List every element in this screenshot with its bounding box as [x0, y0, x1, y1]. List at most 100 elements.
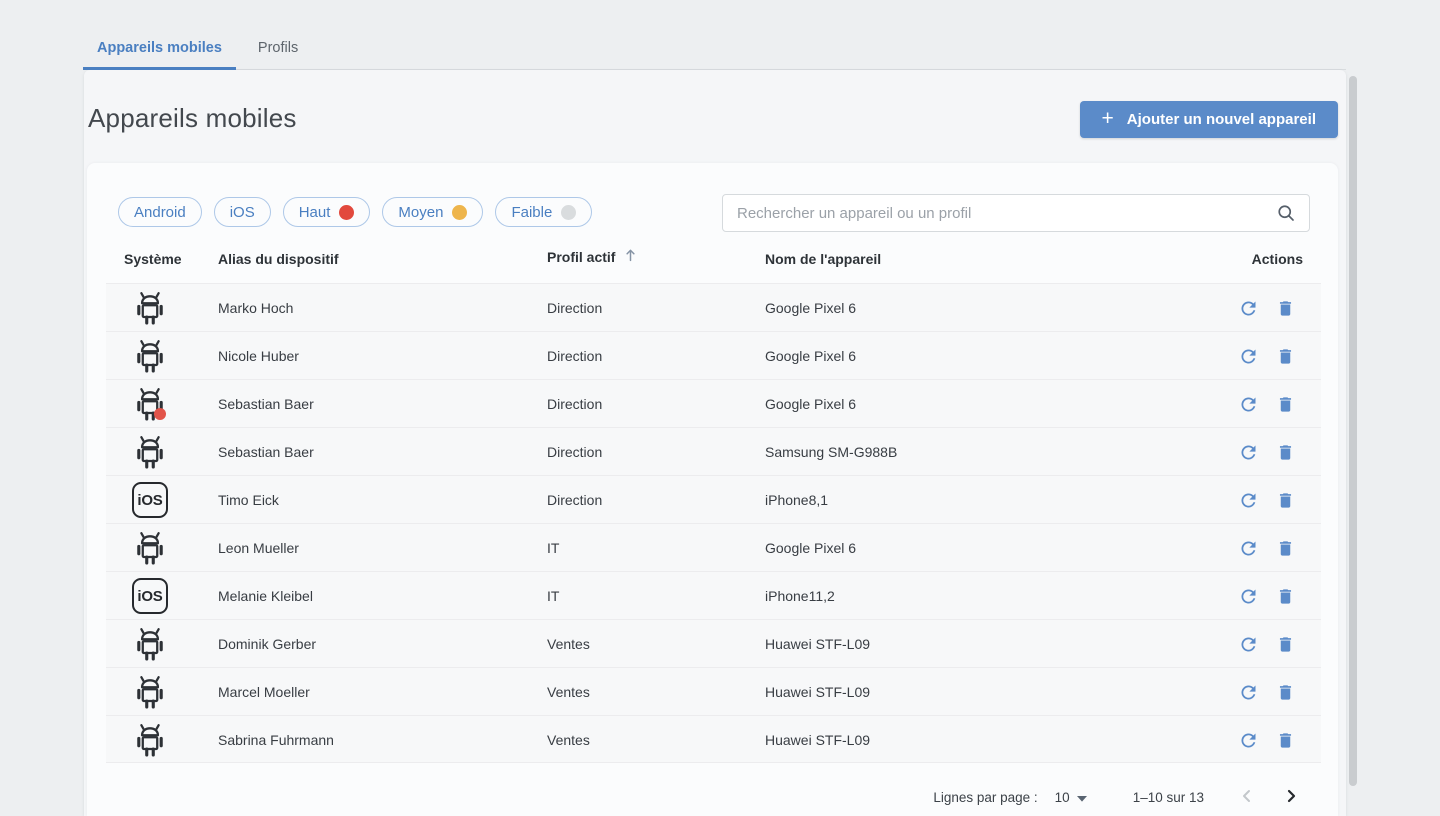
device-name: Google Pixel 6 [765, 332, 856, 380]
android-icon [133, 338, 167, 375]
next-page-button[interactable] [1284, 789, 1298, 806]
add-device-button[interactable]: + Ajouter un nouvel appareil [1080, 101, 1338, 138]
device-name: Google Pixel 6 [765, 524, 856, 572]
delete-device-button[interactable] [1276, 538, 1295, 559]
android-icon [133, 674, 167, 711]
filter-chip-haut[interactable]: Haut [283, 197, 371, 227]
column-header-profil-actif[interactable]: Profil actif [547, 247, 638, 266]
sync-device-button[interactable] [1238, 682, 1259, 703]
device-name: iPhone11,2 [765, 572, 835, 620]
filter-chip-faible[interactable]: Faible [495, 197, 592, 227]
priority-dot-icon [339, 205, 354, 220]
sync-device-button[interactable] [1238, 346, 1259, 367]
sync-device-button[interactable] [1238, 634, 1259, 655]
device-name: Huawei STF-L09 [765, 620, 870, 668]
delete-device-button[interactable] [1276, 346, 1295, 367]
actions-cell [1238, 620, 1295, 668]
sync-device-button[interactable] [1238, 490, 1259, 511]
sync-device-button[interactable] [1238, 730, 1259, 751]
device-name: iPhone8,1 [765, 476, 828, 524]
caret-down-icon [1077, 790, 1087, 805]
active-profile: Direction [547, 428, 602, 476]
filter-chip-android[interactable]: Android [118, 197, 202, 227]
actions-cell [1238, 668, 1295, 716]
active-profile: IT [547, 572, 559, 620]
pagination-range: 1–10 sur 13 [1133, 790, 1204, 805]
filter-chip-label: iOS [230, 204, 255, 221]
active-profile: IT [547, 524, 559, 572]
delete-device-button[interactable] [1276, 682, 1295, 703]
search-input[interactable] [723, 205, 1276, 222]
system-cell: iOS [128, 620, 172, 668]
actions-cell [1238, 380, 1295, 428]
filter-chip-ios[interactable]: iOS [214, 197, 271, 227]
rows-per-page-select[interactable]: 10 [1055, 790, 1087, 805]
delete-device-button[interactable] [1276, 730, 1295, 751]
device-name: Google Pixel 6 [765, 284, 856, 332]
filter-chip-label: Moyen [398, 204, 443, 221]
chevron-left-icon [1240, 789, 1254, 806]
table-row: iOS Sebastian Baer Direction Samsung SM-… [106, 427, 1321, 475]
actions-cell [1238, 428, 1295, 476]
ios-icon: iOS [132, 482, 168, 518]
actions-cell [1238, 716, 1295, 764]
table-row: iOS Marcel Moeller Ventes Huawei STF-L09 [106, 667, 1321, 715]
table-row: iOS Sebastian Baer Direction Google Pixe… [106, 379, 1321, 427]
rows-per-page-label: Lignes par page : [933, 790, 1037, 805]
system-cell: iOS [128, 716, 172, 764]
actions-cell [1238, 284, 1295, 332]
android-icon [133, 722, 167, 759]
device-alias: Marcel Moeller [218, 668, 310, 716]
system-cell: iOS [128, 572, 172, 620]
delete-device-button[interactable] [1276, 586, 1295, 607]
delete-device-button[interactable] [1276, 394, 1295, 415]
sort-asc-icon [623, 247, 638, 266]
sync-device-button[interactable] [1238, 298, 1259, 319]
ios-icon: iOS [132, 578, 168, 614]
device-alias: Sebastian Baer [218, 380, 314, 428]
active-profile: Direction [547, 284, 602, 332]
delete-device-button[interactable] [1276, 442, 1295, 463]
scrollbar[interactable] [1349, 76, 1357, 786]
android-icon [133, 290, 167, 327]
sync-device-button[interactable] [1238, 394, 1259, 415]
priority-dot-icon [561, 205, 576, 220]
device-alias: Dominik Gerber [218, 620, 316, 668]
sync-device-button[interactable] [1238, 586, 1259, 607]
previous-page-button[interactable] [1240, 789, 1254, 806]
table-row: iOS Dominik Gerber Ventes Huawei STF-L09 [106, 619, 1321, 667]
sync-device-button[interactable] [1238, 442, 1259, 463]
plus-icon: + [1102, 108, 1114, 129]
column-header-systeme: Système [124, 251, 182, 267]
device-name: Samsung SM-G988B [765, 428, 897, 476]
tab-appareils-mobiles[interactable]: Appareils mobiles [83, 28, 236, 70]
device-alias: Melanie Kleibel [218, 572, 313, 620]
tab-profils[interactable]: Profils [236, 28, 320, 70]
system-cell: iOS [128, 428, 172, 476]
system-cell: iOS [128, 332, 172, 380]
delete-device-button[interactable] [1276, 634, 1295, 655]
table-row: iOS Sabrina Fuhrmann Ventes Huawei STF-L… [106, 715, 1321, 763]
delete-device-button[interactable] [1276, 490, 1295, 511]
device-name: Google Pixel 6 [765, 380, 856, 428]
actions-cell [1238, 476, 1295, 524]
filter-chip-label: Faible [511, 204, 552, 221]
system-cell: iOS [128, 524, 172, 572]
filter-chip-moyen[interactable]: Moyen [382, 197, 483, 227]
column-header-profil-actif-label: Profil actif [547, 249, 615, 265]
filter-chips: Android iOS Haut Moyen Faible [118, 197, 592, 227]
system-cell: iOS [128, 668, 172, 716]
active-profile: Direction [547, 380, 602, 428]
search-box [722, 194, 1310, 232]
device-alias: Sabrina Fuhrmann [218, 716, 334, 764]
alert-dot [154, 408, 166, 420]
column-header-nom-appareil: Nom de l'appareil [765, 251, 881, 267]
device-name: Huawei STF-L09 [765, 716, 870, 764]
page-title: Appareils mobiles [88, 103, 297, 134]
delete-device-button[interactable] [1276, 298, 1295, 319]
table-row: iOS Leon Mueller IT Google Pixel 6 [106, 523, 1321, 571]
actions-cell [1238, 524, 1295, 572]
sync-device-button[interactable] [1238, 538, 1259, 559]
tab-bar: Appareils mobiles Profils [83, 28, 320, 70]
active-profile: Ventes [547, 620, 590, 668]
